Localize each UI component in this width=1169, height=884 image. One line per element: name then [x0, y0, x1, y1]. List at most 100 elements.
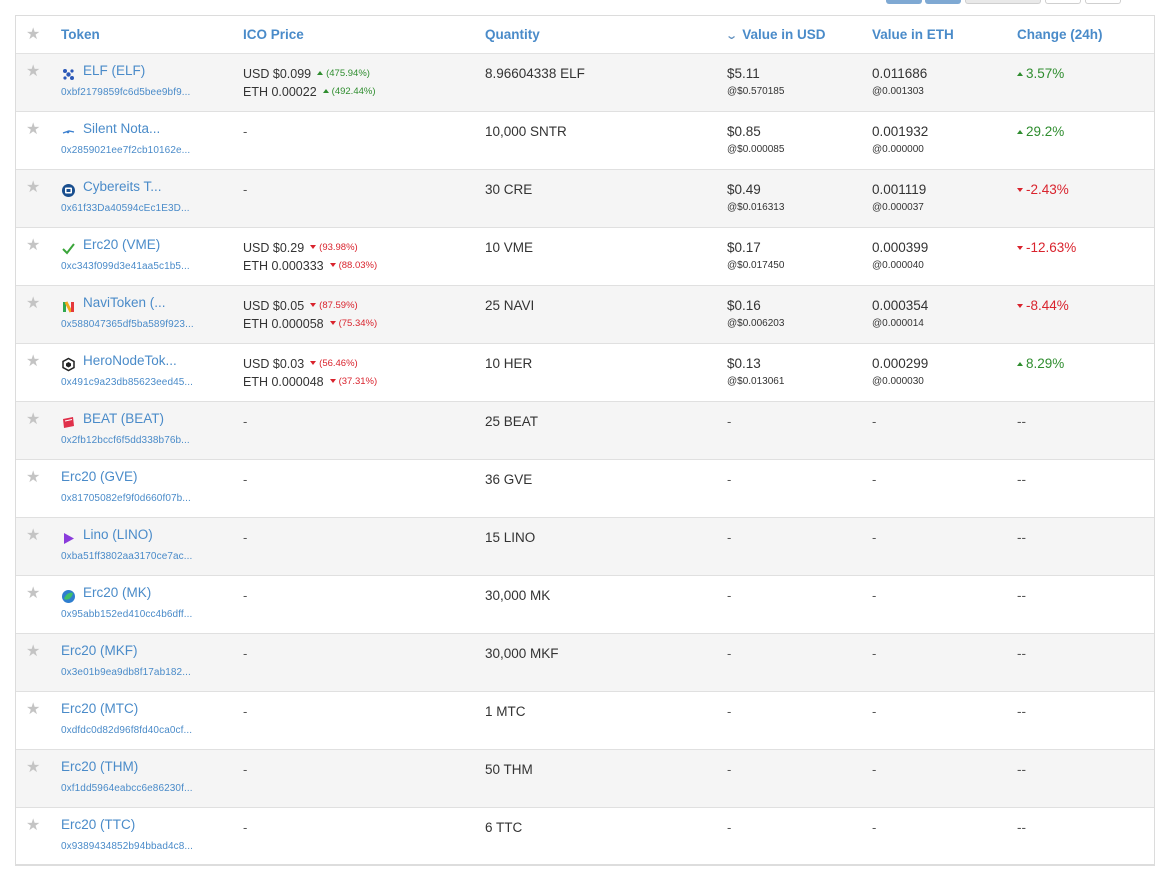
value-usd-empty: -: [727, 646, 732, 661]
favorite-star-icon[interactable]: ★: [26, 354, 42, 370]
token-address-link[interactable]: 0xdfdc0d82d96f8fd40ca0cf...: [61, 725, 192, 736]
token-address-link[interactable]: 0xba51ff3802aa3170ce7ac...: [61, 551, 192, 562]
ico-price-usd: USD $0.05: [243, 299, 305, 313]
arrow-down-icon: [329, 321, 336, 326]
token-name-link[interactable]: Erc20 (VME): [83, 237, 160, 252]
favorite-star-icon[interactable]: ★: [26, 296, 42, 312]
rate-usd: @$0.016313: [727, 202, 785, 213]
value-eth-empty: -: [872, 414, 877, 429]
token-address-link[interactable]: 0x95abb152ed410cc4b6dff...: [61, 609, 192, 620]
value-eth-empty: -: [872, 762, 877, 777]
star-header-icon[interactable]: ★: [26, 27, 42, 43]
token-name-link[interactable]: Erc20 (GVE): [61, 469, 138, 484]
value-usd-empty: -: [727, 704, 732, 719]
token-name-link[interactable]: Erc20 (MK): [83, 585, 151, 600]
header-ico-price[interactable]: ICO Price: [243, 16, 304, 54]
favorite-star-icon[interactable]: ★: [26, 644, 42, 660]
change-24h: --: [1017, 588, 1026, 603]
token-address-link[interactable]: 0x3e01b9ea9db8f17ab182...: [61, 667, 191, 678]
toolbar-button[interactable]: [1085, 0, 1121, 4]
token-quantity: 10 HER: [485, 356, 533, 371]
toolbar-button[interactable]: [925, 0, 961, 4]
value-eth-empty: -: [872, 820, 877, 835]
header-change[interactable]: Change (24h): [1017, 16, 1103, 54]
toolbar-button[interactable]: [1045, 0, 1081, 4]
ico-price-usd-change: (87.59%): [310, 297, 358, 315]
ico-price-empty: -: [243, 588, 248, 603]
token-name-link[interactable]: HeroNodeTok...: [83, 353, 177, 368]
toolbar-button[interactable]: [886, 0, 922, 4]
header-value-usd[interactable]: ⌄ Value in USD: [725, 16, 825, 54]
change-24h-value: -8.44%: [1026, 298, 1069, 313]
token-quantity: 25 BEAT: [485, 414, 539, 429]
favorite-star-icon[interactable]: ★: [26, 64, 42, 80]
ico-price-empty: -: [243, 762, 248, 777]
token-name-link[interactable]: BEAT (BEAT): [83, 411, 164, 426]
favorite-star-icon[interactable]: ★: [26, 470, 42, 486]
token-name-link[interactable]: Cybereits T...: [83, 179, 162, 194]
token-name-link[interactable]: Erc20 (THM): [61, 759, 138, 774]
token-address-link[interactable]: 0x61f33Da40594cEc1E3D...: [61, 203, 190, 214]
ico-price-empty: -: [243, 820, 248, 835]
token-address-link[interactable]: 0xbf2179859fc6d5bee9bf9...: [61, 87, 190, 98]
value-eth-empty: -: [872, 704, 877, 719]
cybereits-badge-icon: [61, 183, 76, 198]
header-quantity[interactable]: Quantity: [485, 16, 540, 54]
change-24h-value: -2.43%: [1026, 182, 1069, 197]
sort-desc-icon: ⌄: [725, 30, 739, 42]
ico-price: USD $0.29 (93.98%) ETH 0.000333 (88.03%): [243, 239, 377, 275]
favorite-star-icon[interactable]: ★: [26, 122, 42, 138]
arrow-down-icon: [1017, 303, 1023, 308]
top-toolbar-strip: [0, 0, 1169, 14]
favorite-star-icon[interactable]: ★: [26, 702, 42, 718]
value-usd: $5.11: [727, 66, 760, 81]
token-address-link[interactable]: 0xf1dd5964eabcc6e86230f...: [61, 783, 193, 794]
table-row: ★ Erc20 (GVE) 0x81705082ef9f0d660f07b... - 3…: [16, 460, 1154, 518]
token-address-link[interactable]: 0x9389434852b94bbad4c8...: [61, 841, 193, 852]
favorite-star-icon[interactable]: ★: [26, 760, 42, 776]
toolbar-button[interactable]: [965, 0, 1041, 4]
header-value-eth[interactable]: Value in ETH: [872, 16, 954, 54]
header-token[interactable]: Token: [61, 16, 100, 54]
rate-usd: @$0.570185: [727, 86, 785, 97]
favorite-star-icon[interactable]: ★: [26, 818, 42, 834]
arrow-down-icon: [310, 303, 317, 308]
token-address-link[interactable]: 0x2859021ee7f2cb10162e...: [61, 145, 190, 156]
change-24h: 3.57%: [1017, 66, 1064, 81]
token-quantity: 8.96604338 ELF: [485, 66, 585, 81]
ico-price-eth-pct: (492.44%): [331, 86, 376, 97]
ico-price-usd-pct: (56.46%): [319, 358, 358, 369]
token-address-link[interactable]: 0x81705082ef9f0d660f07b...: [61, 493, 191, 504]
token-name-link[interactable]: Erc20 (MTC): [61, 701, 138, 716]
token-address-link[interactable]: 0x2fb12bccf6f5dd338b76b...: [61, 435, 190, 446]
token-address-link[interactable]: 0x491c9a23db85623eed45...: [61, 377, 193, 388]
change-24h: --: [1017, 530, 1026, 545]
ico-price-eth: ETH 0.000048: [243, 375, 324, 389]
ico-price-usd: USD $0.29: [243, 241, 305, 255]
token-address-link[interactable]: 0x588047365df5ba589f923...: [61, 319, 194, 330]
favorite-star-icon[interactable]: ★: [26, 412, 42, 428]
ico-price-usd-line: USD $0.099 (475.94%): [243, 65, 376, 83]
token-name-link[interactable]: NaviToken (...: [83, 295, 166, 310]
token-name-link[interactable]: Erc20 (MKF): [61, 643, 138, 658]
value-usd: $0.49: [727, 182, 761, 197]
token-name-link[interactable]: Silent Nota...: [83, 121, 160, 136]
value-usd-empty: -: [727, 762, 732, 777]
favorite-star-icon[interactable]: ★: [26, 586, 42, 602]
token-name-link[interactable]: Lino (LINO): [83, 527, 153, 542]
table-row: ★ Erc20 (MK) 0x95abb152ed410cc4b6dff... - 30…: [16, 576, 1154, 634]
change-24h: -8.44%: [1017, 298, 1069, 313]
rate-eth: @0.000030: [872, 376, 924, 387]
token-address-link[interactable]: 0xc343f099d3e41aa5c1b5...: [61, 261, 190, 272]
arrow-down-icon: [1017, 187, 1023, 192]
value-eth: 0.011686: [872, 66, 928, 81]
favorite-star-icon[interactable]: ★: [26, 180, 42, 196]
token-holdings-table: ★ Token ICO Price Quantity ⌄ Value in USD…: [15, 15, 1155, 866]
favorite-star-icon[interactable]: ★: [26, 528, 42, 544]
rate-usd: @$0.017450: [727, 260, 785, 271]
value-usd: $0.13: [727, 356, 761, 371]
token-name-link[interactable]: Erc20 (TTC): [61, 817, 135, 832]
token-name-link[interactable]: ELF (ELF): [83, 63, 145, 78]
ico-price: USD $0.099 (475.94%) ETH 0.00022 (492.44%): [243, 65, 376, 101]
favorite-star-icon[interactable]: ★: [26, 238, 42, 254]
